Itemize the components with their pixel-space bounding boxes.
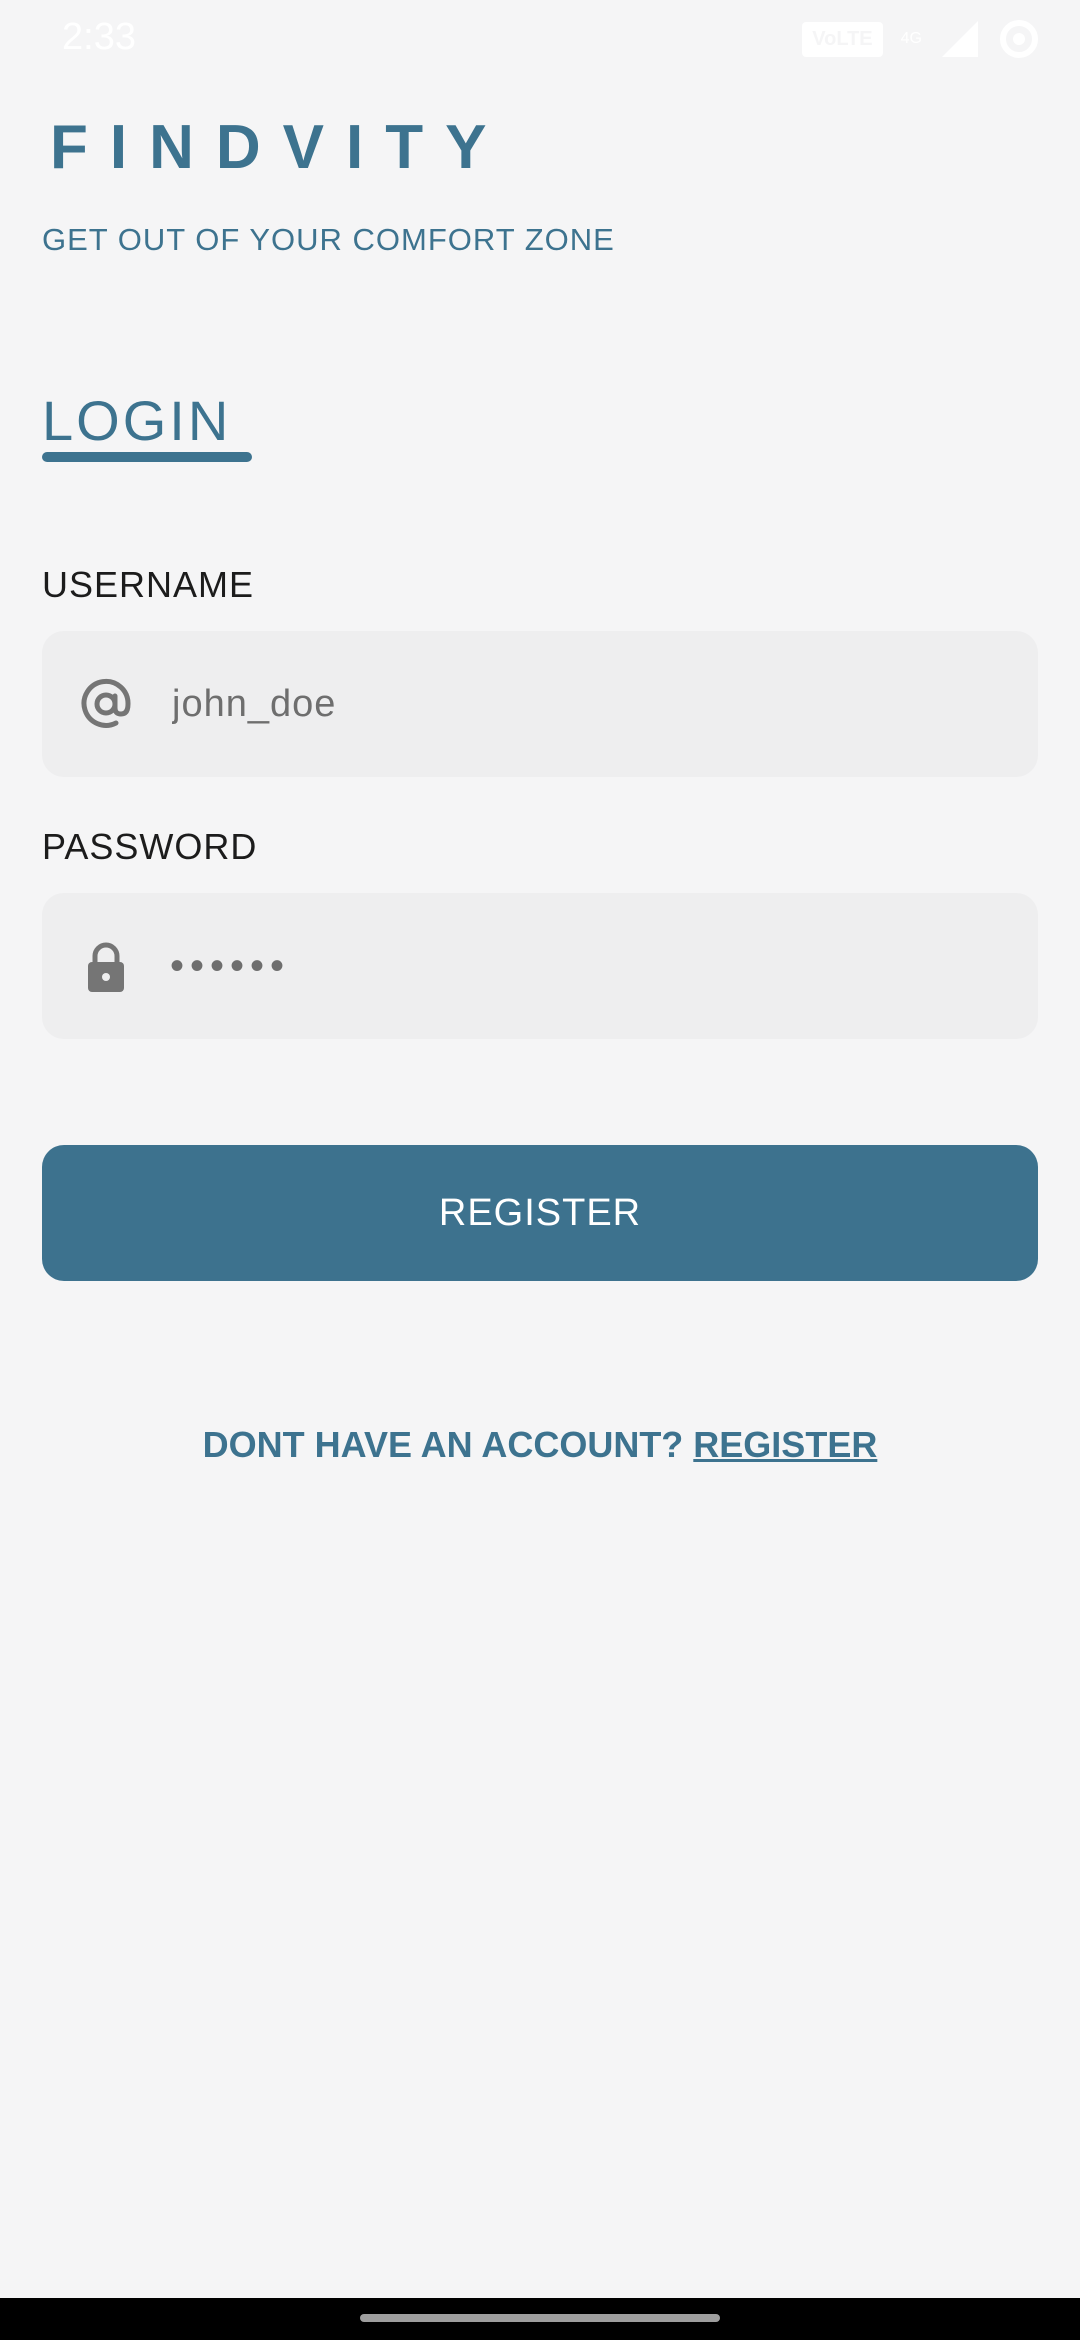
volte-badge: VoLTE <box>802 21 883 57</box>
signup-prompt-row: DONT HAVE AN ACCOUNT? REGISTER <box>0 1424 1080 1466</box>
username-label: USERNAME <box>42 564 255 605</box>
login-screen: 2:33 VoLTE 4G FINDVITY GET OUT OF YOUR C… <box>0 0 1080 2340</box>
network-type-label: 4G <box>900 30 922 47</box>
register-link[interactable]: REGISTER <box>693 1424 877 1465</box>
signal-icon <box>942 21 978 57</box>
username-field[interactable] <box>42 631 1038 777</box>
login-title-underline <box>42 452 252 462</box>
brand-logo-text: FINDVITY <box>50 113 509 182</box>
at-icon <box>76 674 136 734</box>
home-indicator[interactable] <box>360 2314 720 2322</box>
status-bar: 2:33 VoLTE 4G <box>0 0 1080 78</box>
lock-icon <box>76 936 136 996</box>
register-button[interactable]: REGISTER <box>42 1145 1038 1281</box>
login-title: LOGIN <box>42 389 232 452</box>
system-nav-bar <box>0 2298 1080 2340</box>
status-time: 2:33 <box>62 16 136 58</box>
password-field[interactable]: •••••• <box>42 893 1038 1039</box>
username-input[interactable] <box>170 681 994 727</box>
sync-circle-icon <box>1000 20 1038 58</box>
brand-tagline: GET OUT OF YOUR COMFORT ZONE <box>42 222 615 257</box>
password-input[interactable]: •••••• <box>170 944 290 989</box>
status-icons: VoLTE 4G <box>802 18 1040 60</box>
signup-prompt-text: DONT HAVE AN ACCOUNT? <box>202 1424 684 1465</box>
password-label: PASSWORD <box>42 826 258 867</box>
